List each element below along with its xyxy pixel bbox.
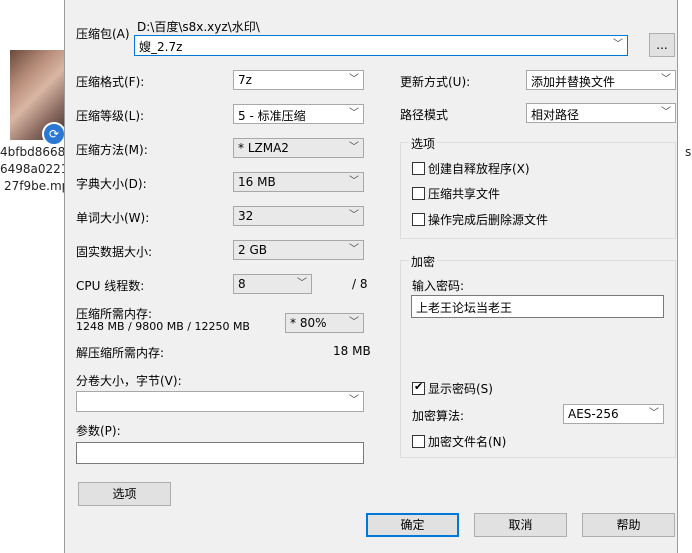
- encryption-group-title: 加密: [409, 253, 438, 270]
- file-name-line[interactable]: 27f9be.mp: [4, 179, 69, 193]
- password-label: 输入密码:: [412, 279, 465, 293]
- file-name-line[interactable]: 4bfbd8668: [0, 145, 65, 159]
- chevron-down-icon: ﹀: [649, 408, 659, 419]
- file-name-line[interactable]: 6498a0221: [0, 162, 68, 176]
- mem-compress-detail: 1248 MB / 9800 MB / 12250 MB: [76, 320, 250, 333]
- chevron-down-icon: ﹀: [661, 107, 671, 118]
- mem-decompress-value: 18 MB: [333, 344, 371, 358]
- word-select[interactable]: 32 ﹀: [233, 206, 364, 226]
- cpu-label: CPU 线程数:: [76, 279, 145, 293]
- params-label: 参数(P):: [76, 424, 121, 438]
- level-value: 5 - 标准压缩: [238, 109, 306, 123]
- show-password-checkbox[interactable]: ✔: [412, 380, 425, 395]
- chevron-down-icon: ﹀: [349, 317, 359, 328]
- solid-value: 2 GB: [238, 243, 267, 257]
- shared-files-checkbox[interactable]: [412, 187, 425, 200]
- explorer-background-right: s: [676, 0, 692, 553]
- split-volume-combo[interactable]: ﹀: [76, 391, 364, 412]
- file-name-fragment: s: [685, 145, 692, 159]
- chevron-down-icon: ﹀: [349, 74, 359, 85]
- shared-files-label[interactable]: 压缩共享文件: [428, 185, 500, 202]
- sfx-label[interactable]: 创建自释放程序(X): [428, 160, 530, 177]
- method-value: * LZMA2: [238, 141, 289, 155]
- delete-after-checkbox[interactable]: [412, 213, 425, 226]
- level-select[interactable]: 5 - 标准压缩 ﹀: [233, 104, 364, 124]
- solid-select[interactable]: 2 GB ﹀: [233, 240, 364, 260]
- archive-name-value: 嫂_2.7z: [139, 40, 183, 54]
- chevron-down-icon: ﹀: [349, 108, 359, 119]
- dict-value: 16 MB: [238, 175, 276, 189]
- dict-select[interactable]: 16 MB ﹀: [233, 172, 364, 192]
- help-button[interactable]: 帮助: [582, 513, 675, 537]
- chevron-down-icon: ﹀: [297, 278, 307, 289]
- explorer-background: ⟳ 4bfbd8668 6498a0221 27f9be.mp: [0, 0, 69, 553]
- method-label: 压缩方法(M):: [76, 143, 148, 157]
- archive-label: 压缩包(A): [76, 27, 130, 41]
- encrypt-names-label[interactable]: 加密文件名(N): [428, 433, 506, 450]
- browse-button[interactable]: ...: [649, 33, 675, 57]
- cpu-select[interactable]: 8 ﹀: [233, 274, 312, 294]
- chevron-down-icon: ﹀: [349, 142, 359, 153]
- chevron-down-icon[interactable]: ﹀: [613, 36, 623, 54]
- path-mode-select[interactable]: 相对路径 ﹀: [526, 103, 676, 123]
- chevron-down-icon: ﹀: [661, 74, 671, 85]
- delete-after-label[interactable]: 操作完成后删除源文件: [428, 211, 548, 228]
- chevron-down-icon: ﹀: [349, 395, 359, 406]
- level-label: 压缩等级(L):: [76, 109, 145, 123]
- solid-label: 固实数据大小:: [76, 245, 153, 259]
- check-icon: ✔: [414, 380, 424, 393]
- show-password-label[interactable]: 显示密码(S): [428, 380, 493, 397]
- password-value: 上老王论坛当老王: [416, 301, 513, 315]
- update-mode-value: 添加并替换文件: [531, 75, 616, 89]
- method-select[interactable]: * LZMA2 ﹀: [233, 138, 364, 158]
- encryption-algo-value: AES-256: [568, 407, 619, 421]
- ok-button[interactable]: 确定: [366, 513, 459, 537]
- path-mode-label: 路径模式: [400, 108, 449, 122]
- archive-folder-path: D:\百度\s8x.xyz\水印\: [137, 20, 260, 34]
- add-to-archive-dialog: 压缩包(A) D:\百度\s8x.xyz\水印\ 嫂_2.7z ﹀ ... 压缩…: [64, 0, 678, 553]
- update-mode-select[interactable]: 添加并替换文件 ﹀: [526, 70, 676, 90]
- encryption-group: 加密 输入密码: 上老王论坛当老王 ✔ 显示密码(S) 加密算法: AES-25…: [400, 253, 676, 458]
- chevron-down-icon: ﹀: [349, 210, 359, 221]
- chevron-down-icon: ﹀: [349, 244, 359, 255]
- format-select[interactable]: 7z ﹀: [233, 70, 364, 90]
- options-group: 选项 创建自释放程序(X) 压缩共享文件 操作完成后删除源文件: [400, 135, 676, 239]
- mem-decompress-label: 解压缩所需内存:: [76, 346, 165, 360]
- word-label: 单词大小(W):: [76, 211, 150, 225]
- mem-percent-value: * 80%: [290, 316, 327, 330]
- word-value: 32: [238, 209, 254, 223]
- options-group-title: 选项: [409, 135, 438, 152]
- chevron-down-icon: ﹀: [349, 176, 359, 187]
- split-label: 分卷大小，字节(V):: [76, 374, 182, 388]
- encryption-algo-select[interactable]: AES-256 ﹀: [563, 404, 664, 424]
- cpu-value: 8: [238, 277, 246, 291]
- cancel-button[interactable]: 取消: [474, 513, 567, 537]
- dict-label: 字典大小(D):: [76, 177, 147, 191]
- options-button[interactable]: 选项: [78, 482, 171, 506]
- encrypt-names-checkbox[interactable]: [412, 435, 425, 448]
- format-label: 压缩格式(F):: [76, 75, 145, 89]
- params-input[interactable]: [76, 442, 364, 464]
- cpu-total: / 8: [352, 277, 368, 291]
- mem-percent-select[interactable]: * 80% ﹀: [285, 313, 364, 333]
- path-mode-value: 相对路径: [531, 108, 580, 122]
- sync-icon: ⟳: [42, 122, 66, 146]
- update-mode-label: 更新方式(U):: [400, 75, 471, 89]
- archive-name-combo[interactable]: 嫂_2.7z ﹀: [134, 35, 628, 56]
- password-input[interactable]: 上老王论坛当老王: [411, 295, 664, 318]
- encryption-algo-label: 加密算法:: [412, 409, 465, 423]
- format-value: 7z: [238, 73, 252, 87]
- sfx-checkbox[interactable]: [412, 162, 425, 175]
